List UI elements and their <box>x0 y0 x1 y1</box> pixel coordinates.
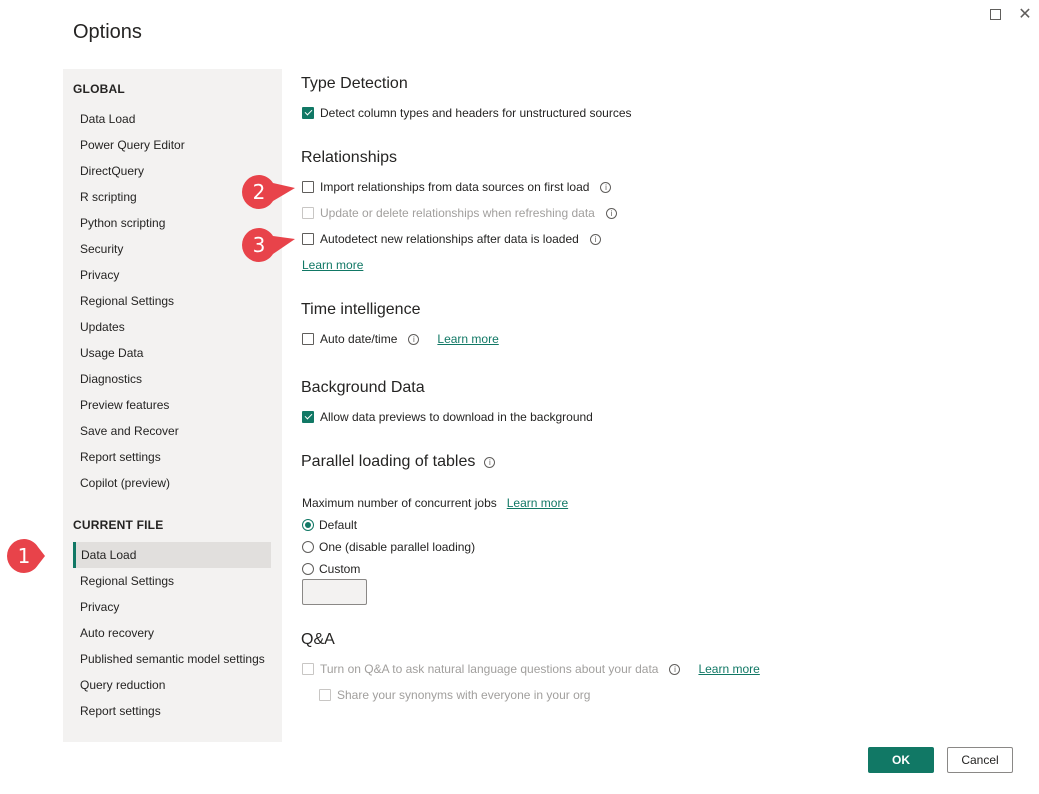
options-content: Type Detection Detect column types and h… <box>301 0 1001 740</box>
info-icon[interactable]: i <box>605 207 617 219</box>
sidebar-item-global-privacy[interactable]: Privacy <box>73 262 271 288</box>
sidebar-item-current-regional-settings[interactable]: Regional Settings <box>73 568 271 594</box>
autodetect-relationships-label: Autodetect new relationships after data … <box>320 232 579 246</box>
allow-background-download-checkbox[interactable] <box>302 411 314 423</box>
sidebar-item-global-regional-settings[interactable]: Regional Settings <box>73 288 271 314</box>
radio-one-label: One (disable parallel loading) <box>319 540 476 554</box>
ok-button[interactable]: OK <box>868 747 934 773</box>
callout-number-1: 1 <box>17 544 31 568</box>
detect-column-types-option[interactable]: Detect column types and headers for unst… <box>302 105 632 121</box>
sidebar-item-global-report-settings[interactable]: Report settings <box>73 444 271 470</box>
radio-default-label: Default <box>319 518 358 532</box>
radio-default-option[interactable]: Default <box>302 517 357 533</box>
turn-on-qa-label: Turn on Q&A to ask natural language ques… <box>320 662 659 676</box>
time-intelligence-learn-more-link[interactable]: Learn more <box>437 332 498 346</box>
callout-number-2: 2 <box>252 180 266 204</box>
sidebar-item-auto-recovery[interactable]: Auto recovery <box>73 620 271 646</box>
share-synonyms-option: Share your synonyms with everyone in you… <box>319 687 590 703</box>
max-jobs-label: Maximum number of concurrent jobs <box>302 496 497 510</box>
section-title-relationships: Relationships <box>301 149 398 166</box>
share-synonyms-checkbox <box>319 689 331 701</box>
qa-learn-more-link[interactable]: Learn more <box>698 662 759 676</box>
update-relationships-checkbox <box>302 207 314 219</box>
parallel-loading-title: Parallel loading of tables <box>301 453 476 470</box>
auto-date-time-checkbox[interactable] <box>302 333 314 345</box>
callout-number-3: 3 <box>252 233 266 257</box>
info-icon[interactable]: i <box>669 663 681 675</box>
radio-custom-label: Custom <box>319 562 361 576</box>
section-title-time-intelligence: Time intelligence <box>301 301 421 318</box>
import-relationships-checkbox[interactable] <box>302 181 314 193</box>
turn-on-qa-option: Turn on Q&A to ask natural language ques… <box>302 661 760 677</box>
autodetect-relationships-option[interactable]: Autodetect new relationships after data … <box>302 231 601 247</box>
radio-default[interactable] <box>302 519 314 531</box>
parallel-loading-learn-more-link[interactable]: Learn more <box>507 496 568 510</box>
sidebar-item-updates[interactable]: Updates <box>73 314 271 340</box>
import-relationships-option[interactable]: Import relationships from data sources o… <box>302 179 612 195</box>
detect-column-types-checkbox[interactable] <box>302 107 314 119</box>
info-icon[interactable]: i <box>408 333 420 345</box>
sidebar-item-preview-features[interactable]: Preview features <box>73 392 271 418</box>
allow-background-download-label: Allow data previews to download in the b… <box>320 410 593 424</box>
allow-background-download-option[interactable]: Allow data previews to download in the b… <box>302 409 593 425</box>
sidebar-item-query-reduction[interactable]: Query reduction <box>73 672 271 698</box>
sidebar-item-current-data-load[interactable]: Data Load <box>73 542 271 568</box>
sidebar-item-current-report-settings[interactable]: Report settings <box>73 698 271 724</box>
section-title-parallel-loading: Parallel loading of tables i <box>301 453 496 471</box>
section-title-type-detection: Type Detection <box>301 75 408 92</box>
relationships-learn-more-row: Learn more <box>302 257 363 273</box>
sidebar-item-global-data-load[interactable]: Data Load <box>73 106 271 132</box>
callout-badge-1: 1 <box>0 538 46 574</box>
close-icon: ✕ <box>1018 6 1032 23</box>
max-jobs-row: Maximum number of concurrent jobs Learn … <box>302 495 568 511</box>
detect-column-types-label: Detect column types and headers for unst… <box>320 106 632 120</box>
info-icon[interactable]: i <box>589 233 601 245</box>
share-synonyms-label: Share your synonyms with everyone in you… <box>337 688 591 702</box>
sidebar-item-copilot-preview[interactable]: Copilot (preview) <box>73 470 271 496</box>
section-title-background-data: Background Data <box>301 379 425 396</box>
radio-one[interactable] <box>302 541 314 553</box>
sidebar-section-current-file: CURRENT FILE <box>73 518 164 532</box>
import-relationships-label: Import relationships from data sources o… <box>320 180 590 194</box>
callout-badge-2: 2 <box>235 174 295 210</box>
auto-date-time-option[interactable]: Auto date/time i Learn more <box>302 331 499 347</box>
radio-custom-option[interactable]: Custom <box>302 561 360 577</box>
sidebar-item-save-and-recover[interactable]: Save and Recover <box>73 418 271 444</box>
turn-on-qa-checkbox <box>302 663 314 675</box>
radio-custom[interactable] <box>302 563 314 575</box>
relationships-learn-more-link[interactable]: Learn more <box>302 258 363 272</box>
auto-date-time-label: Auto date/time <box>320 332 398 346</box>
update-relationships-option: Update or delete relationships when refr… <box>302 205 617 221</box>
cancel-button[interactable]: Cancel <box>947 747 1013 773</box>
autodetect-relationships-checkbox[interactable] <box>302 233 314 245</box>
custom-jobs-input[interactable] <box>302 579 367 605</box>
sidebar-section-global: GLOBAL <box>73 82 125 96</box>
info-icon[interactable]: i <box>484 456 496 468</box>
sidebar-item-usage-data[interactable]: Usage Data <box>73 340 271 366</box>
sidebar-item-power-query-editor[interactable]: Power Query Editor <box>73 132 271 158</box>
sidebar-item-current-privacy[interactable]: Privacy <box>73 594 271 620</box>
sidebar-item-published-semantic-model-settings[interactable]: Published semantic model settings <box>73 646 271 672</box>
close-button[interactable]: ✕ <box>1016 5 1034 23</box>
update-relationships-label: Update or delete relationships when refr… <box>320 206 595 220</box>
sidebar-item-diagnostics[interactable]: Diagnostics <box>73 366 271 392</box>
info-icon[interactable]: i <box>600 181 612 193</box>
dialog-title: Options <box>73 21 142 43</box>
options-sidebar: GLOBAL Data Load Power Query Editor Dire… <box>63 69 282 742</box>
callout-badge-3: 3 <box>235 227 295 263</box>
radio-one-option[interactable]: One (disable parallel loading) <box>302 539 475 555</box>
section-title-qa: Q&A <box>301 631 335 648</box>
